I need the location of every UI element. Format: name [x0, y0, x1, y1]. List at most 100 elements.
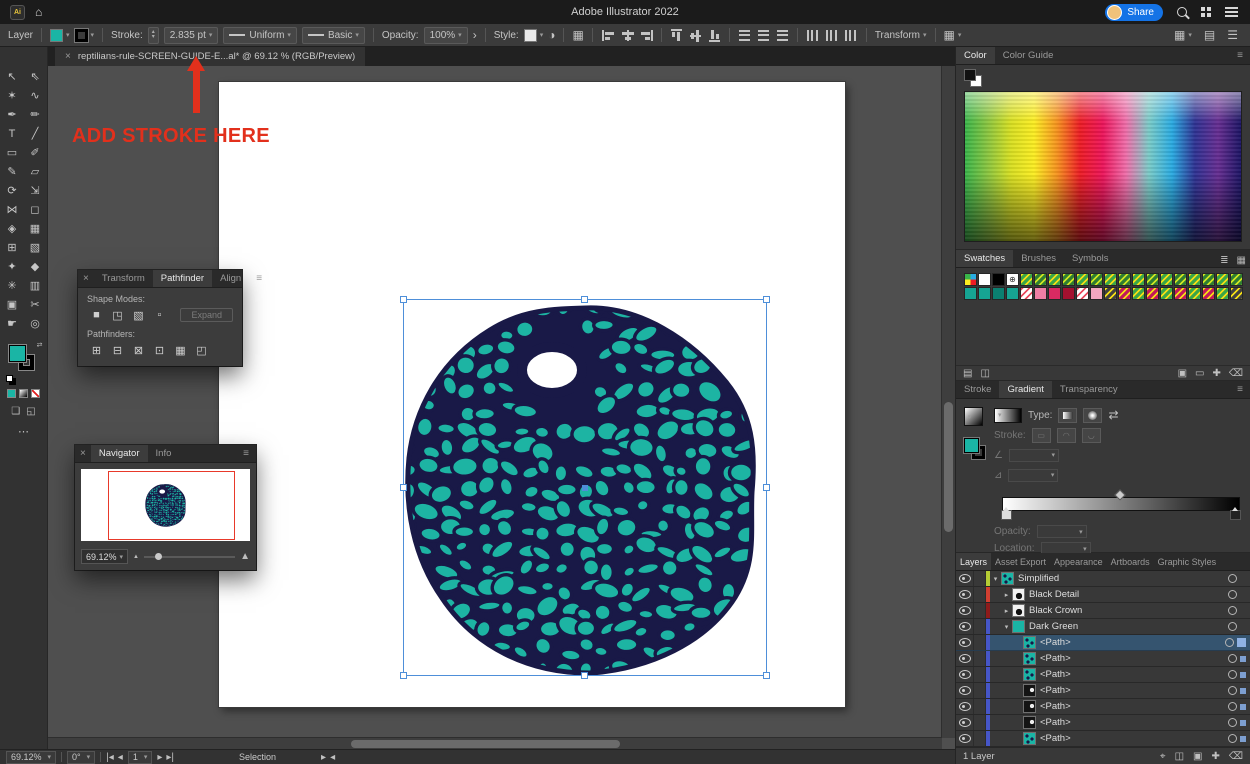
- lock-toggle[interactable]: [974, 683, 986, 698]
- paintbrush-tool[interactable]: ✐: [24, 143, 47, 162]
- visibility-toggle[interactable]: [956, 651, 974, 666]
- trim-icon[interactable]: ⊟: [108, 343, 127, 357]
- opacity-field[interactable]: 100%: [424, 27, 468, 44]
- swatch[interactable]: [1230, 287, 1243, 300]
- outline-icon[interactable]: ▦: [171, 343, 190, 357]
- target-circle[interactable]: [1228, 606, 1237, 615]
- slice-tool[interactable]: ✂: [24, 295, 47, 314]
- width-tool[interactable]: ⋈: [1, 200, 24, 219]
- vertical-scrollbar[interactable]: [941, 66, 955, 738]
- swatch[interactable]: [1048, 287, 1061, 300]
- zoom-tool[interactable]: ◎: [24, 314, 47, 333]
- lock-toggle[interactable]: [974, 587, 986, 602]
- target-circle[interactable]: [1225, 638, 1234, 647]
- swatch[interactable]: [1062, 287, 1075, 300]
- type-tool[interactable]: T: [1, 124, 24, 143]
- perspective-grid-tool[interactable]: ▦: [24, 219, 47, 238]
- tab-navigator[interactable]: Navigator: [91, 445, 148, 462]
- panel-menu-icon[interactable]: ≡: [1230, 384, 1250, 395]
- tab-color-guide[interactable]: Color Guide: [995, 47, 1062, 64]
- swatch[interactable]: [1202, 287, 1215, 300]
- selection-indicator[interactable]: [1240, 736, 1246, 742]
- swatch[interactable]: [1034, 273, 1047, 286]
- swatch[interactable]: [1104, 273, 1117, 286]
- stroke-color-dropdown[interactable]: [75, 29, 95, 42]
- rectangle-tool[interactable]: ▭: [1, 143, 24, 162]
- zoom-level-field[interactable]: 69.12%: [6, 751, 56, 764]
- layer-row[interactable]: ▸Black Crown: [956, 603, 1250, 619]
- swatch[interactable]: [1118, 273, 1131, 286]
- lock-toggle[interactable]: [974, 603, 986, 618]
- tab-artboards[interactable]: Artboards: [1107, 553, 1154, 570]
- swatch[interactable]: [1174, 273, 1187, 286]
- swatch[interactable]: [1174, 287, 1187, 300]
- zoom-out-icon[interactable]: ▲: [133, 554, 139, 560]
- draw-behind-icon[interactable]: ◱: [26, 406, 35, 417]
- swatch[interactable]: [1090, 287, 1103, 300]
- target-circle[interactable]: [1228, 670, 1237, 679]
- lasso-tool[interactable]: ∿: [24, 86, 47, 105]
- align-to-pixel-grid-icon[interactable]: ▦: [572, 28, 583, 42]
- disclosure-triangle[interactable]: ▸: [1001, 591, 1012, 599]
- vertical-scrollbar-thumb[interactable]: [944, 402, 953, 532]
- vertical-align-bottom-icon[interactable]: [708, 28, 721, 43]
- disclosure-triangle[interactable]: ▾: [1001, 623, 1012, 631]
- reverse-gradient-icon[interactable]: ⇄: [1108, 408, 1118, 422]
- lock-toggle[interactable]: [974, 635, 986, 650]
- layer-row[interactable]: <Path>: [956, 651, 1250, 667]
- home-icon[interactable]: ⌂: [35, 5, 42, 19]
- lock-toggle[interactable]: [974, 715, 986, 730]
- visibility-toggle[interactable]: [956, 715, 974, 730]
- navigator-preview[interactable]: [81, 469, 250, 541]
- artboard-tool[interactable]: ▣: [1, 295, 24, 314]
- document-tab[interactable]: × reptilians-rule-SCREEN-GUIDE-E...al* @…: [55, 46, 365, 66]
- gradient-angle-field[interactable]: [1009, 449, 1059, 462]
- scale-tool[interactable]: ⇲: [24, 181, 47, 200]
- horizontal-align-right-icon[interactable]: [639, 29, 654, 42]
- next-artboard-icon[interactable]: ▸: [157, 752, 162, 763]
- pen-tool[interactable]: ✒: [1, 105, 24, 124]
- hand-tool[interactable]: ☛: [1, 314, 24, 333]
- horizontal-distribute-right-icon[interactable]: [844, 28, 857, 43]
- tab-swatches[interactable]: Swatches: [956, 250, 1013, 267]
- mesh-tool[interactable]: ⊞: [1, 238, 24, 257]
- minus-back-icon[interactable]: ◰: [192, 343, 211, 357]
- stroke-weight-field[interactable]: 2.835 pt: [164, 27, 219, 44]
- selection-indicator[interactable]: [1240, 688, 1246, 694]
- horizontal-distribute-left-icon[interactable]: [806, 28, 819, 43]
- line-segment-tool[interactable]: ╱: [24, 124, 47, 143]
- artboard-number-field[interactable]: 1: [128, 751, 153, 764]
- tab-appearance[interactable]: Appearance: [1050, 553, 1107, 570]
- blend-tool[interactable]: ◆: [24, 257, 47, 276]
- search-icon[interactable]: [1177, 7, 1187, 17]
- swatch-options-icon[interactable]: ▣: [1178, 368, 1187, 379]
- selection-indicator[interactable]: [1240, 672, 1246, 678]
- column-graph-tool[interactable]: ▥: [24, 276, 47, 295]
- disclosure-triangle[interactable]: ▸: [1001, 607, 1012, 615]
- target-circle[interactable]: [1228, 686, 1237, 695]
- shape-builder-tool[interactable]: ◈: [1, 219, 24, 238]
- swatch[interactable]: [978, 287, 991, 300]
- visibility-toggle[interactable]: [956, 683, 974, 698]
- intersect-icon[interactable]: ▧: [129, 308, 148, 322]
- layer-row[interactable]: <Path>: [956, 635, 1250, 651]
- new-layer-icon[interactable]: ✚: [1211, 751, 1219, 762]
- magic-wand-tool[interactable]: ✶: [1, 86, 24, 105]
- gradient-proxy[interactable]: [964, 407, 983, 426]
- visibility-toggle[interactable]: [956, 635, 974, 650]
- last-artboard-icon[interactable]: ▸|: [166, 752, 174, 763]
- play-back-icon[interactable]: ◂: [330, 752, 335, 763]
- tab-brushes[interactable]: Brushes: [1013, 250, 1064, 267]
- apps-grid-icon[interactable]: [1201, 7, 1205, 11]
- swatch[interactable]: [1202, 273, 1215, 286]
- target-circle[interactable]: [1228, 734, 1237, 743]
- swatch-libraries-icon[interactable]: ▤: [963, 368, 972, 379]
- layer-row[interactable]: ▸Black Detail: [956, 587, 1250, 603]
- gradient-stop-start[interactable]: [1001, 510, 1012, 520]
- tab-color[interactable]: Color: [956, 47, 995, 64]
- panel-menu-icon[interactable]: ≡: [249, 273, 269, 284]
- stroke-along-button[interactable]: ◠: [1057, 428, 1076, 443]
- recolor-artwork-icon[interactable]: ◑: [548, 28, 555, 42]
- gradient-tool[interactable]: ▧: [24, 238, 47, 257]
- swatch[interactable]: [1132, 287, 1145, 300]
